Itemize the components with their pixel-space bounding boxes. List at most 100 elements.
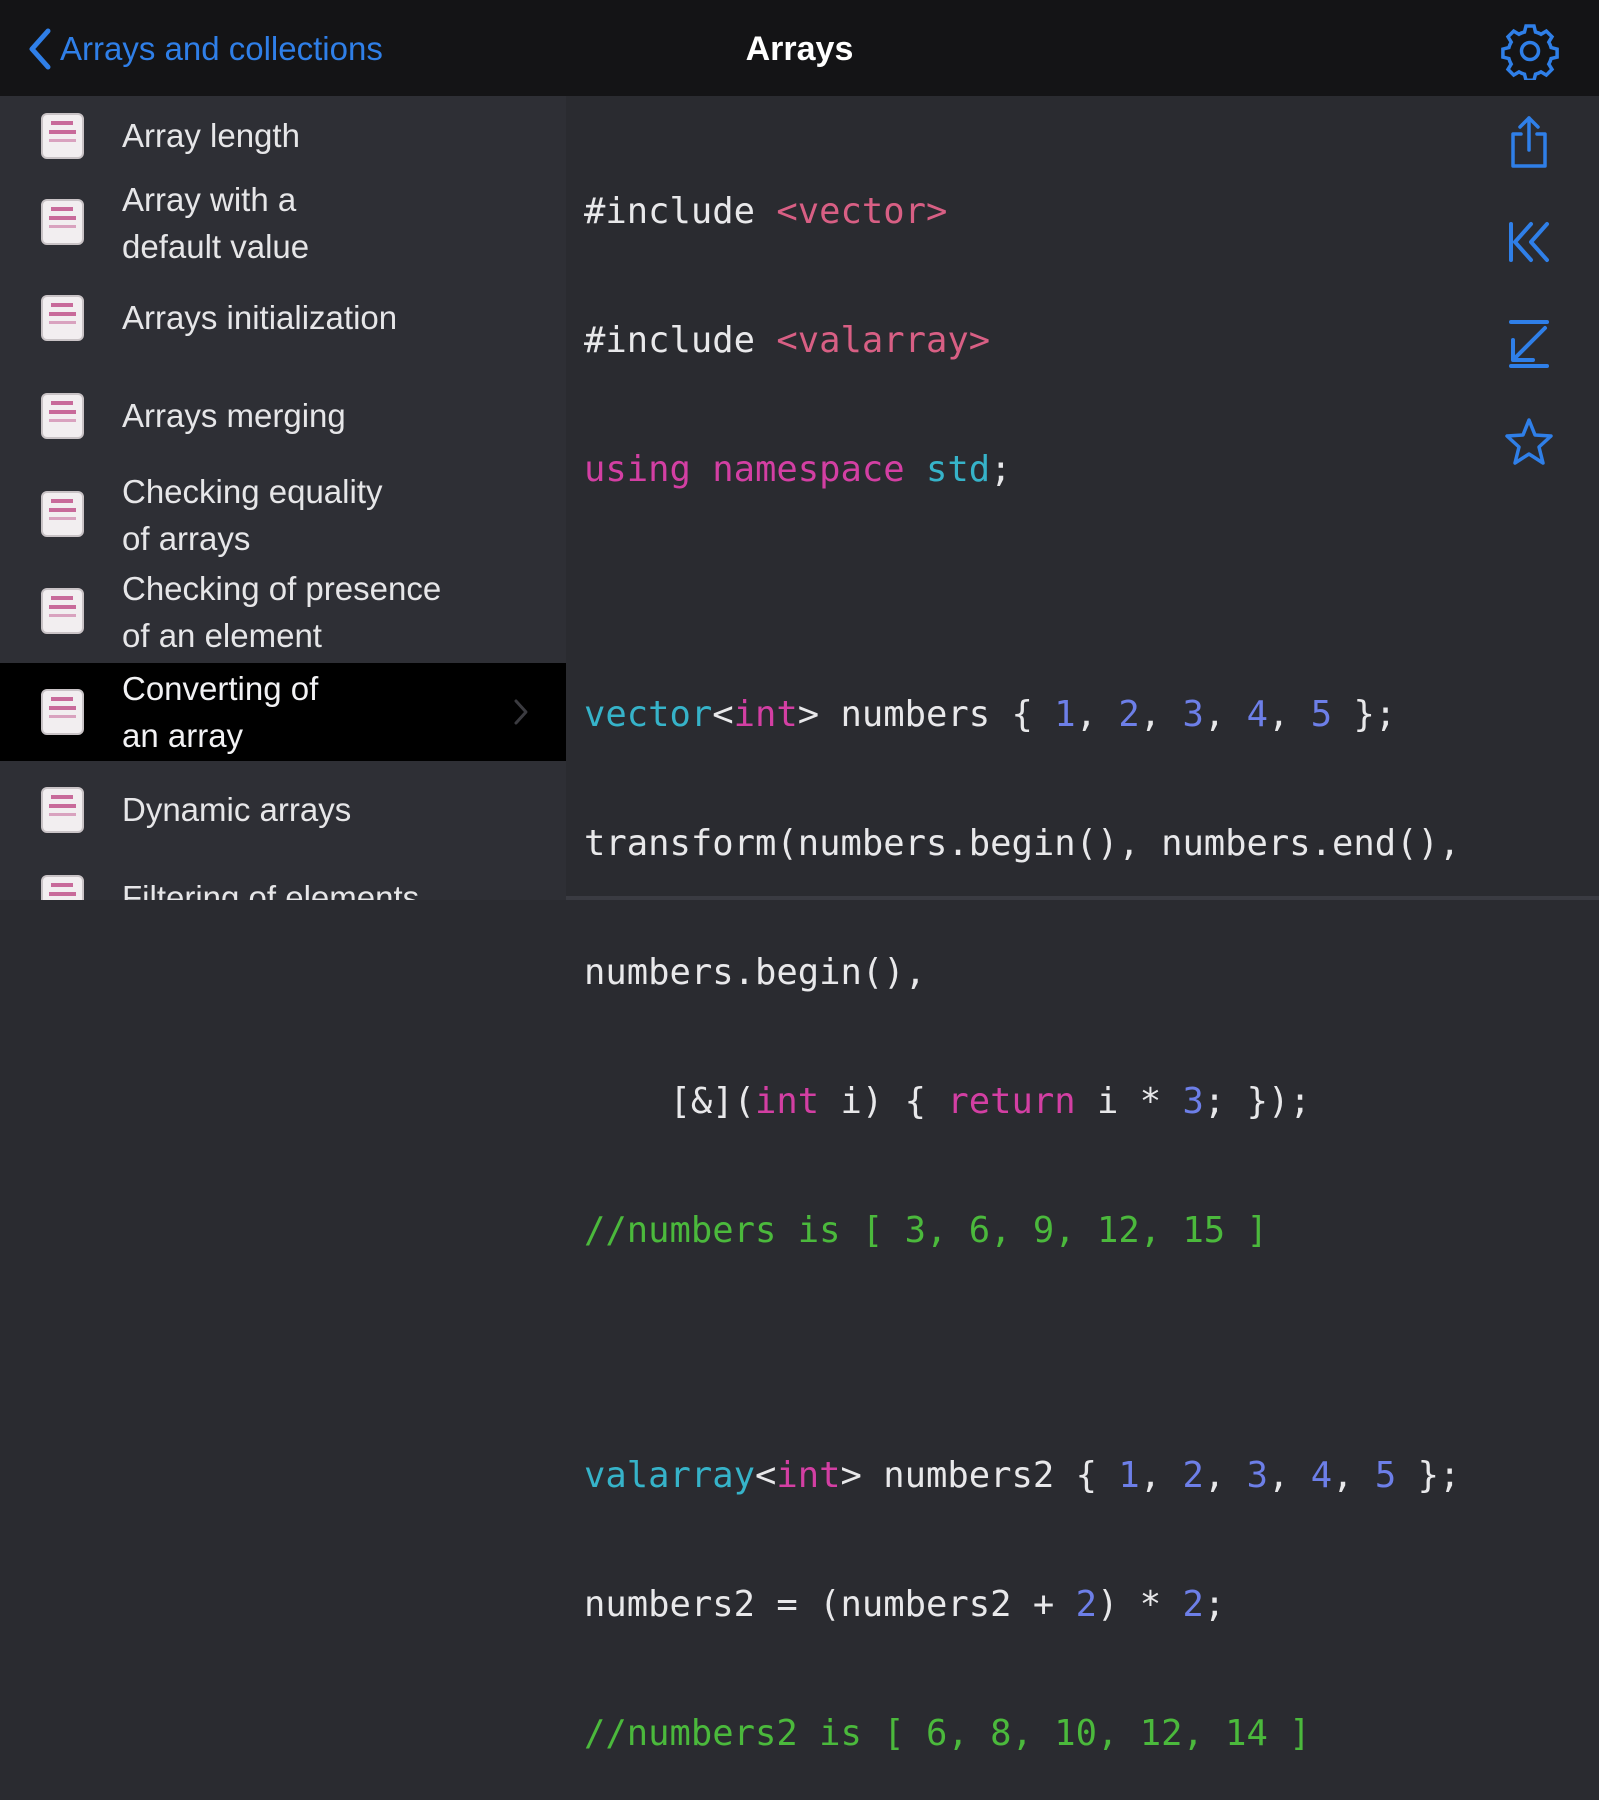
list-item-dynamic-arrays[interactable]: Dynamic arrays (0, 778, 566, 842)
favorite-button[interactable] (1499, 412, 1559, 472)
code-spacer (584, 1338, 1460, 1368)
page-title: Arrays (745, 30, 854, 68)
document-icon (41, 689, 84, 735)
list-item-filtering-elements[interactable]: Filtering of elements (0, 866, 566, 900)
list-item-checking-presence[interactable]: Checking of presence of an element (0, 563, 566, 659)
code-token: 3 (1182, 1081, 1204, 1122)
code-token: <valarray> (776, 320, 991, 361)
list-item-label: Dynamic arrays (122, 791, 352, 828)
code-token: <vector> (776, 191, 948, 232)
document-icon (41, 113, 84, 159)
code-token: 2 (1182, 1455, 1204, 1496)
topic-list: Array length Array with a default value … (0, 96, 566, 900)
list-item-label: Arrays initialization (122, 299, 398, 336)
code-token: , (1139, 1455, 1183, 1496)
code-token: ; (1203, 1584, 1226, 1625)
code-token: , (1139, 694, 1183, 735)
jump-to-last-icon (1509, 320, 1549, 368)
code-token: , (1332, 1455, 1375, 1496)
code-token: [&]( (584, 1081, 755, 1122)
document-icon (41, 875, 84, 900)
code-token: 5 (1310, 694, 1333, 735)
code-line: [&](int i) { return i * 3; }); (584, 1080, 1460, 1123)
list-item-converting-array[interactable]: Converting of an array (0, 663, 566, 761)
code-viewer: #include <vector> #include <valarray> us… (566, 96, 1499, 1754)
code-token: i) { (819, 1081, 948, 1122)
code-token: int (776, 1455, 841, 1496)
share-icon (1511, 116, 1547, 168)
code-line: numbers.begin(), (584, 952, 926, 993)
code-token: > numbers { (797, 694, 1055, 735)
code-token: numbers2 = (numbers2 + (584, 1584, 1076, 1625)
code-token: i * (1075, 1081, 1183, 1122)
settings-button[interactable] (1501, 22, 1559, 82)
code-token: ; (990, 449, 1012, 490)
list-item-arrays-initialization[interactable]: Arrays initialization (0, 286, 566, 350)
code-token: int (733, 694, 798, 735)
code-line: transform(numbers.begin(), numbers.end()… (584, 823, 1461, 864)
code-line: vector<int> numbers { 1, 2, 3, 4, 5 }; (584, 693, 1460, 736)
code-token: 3 (1182, 694, 1204, 735)
code-comment: //numbers is [ 3, 6, 9, 12, 15 ] (584, 1210, 1268, 1251)
document-icon (41, 787, 84, 833)
list-item-array-length[interactable]: Array length (0, 104, 566, 168)
code-token: < (712, 694, 734, 735)
code-token: }; (1332, 694, 1397, 735)
code-token: 2 (1075, 1584, 1097, 1625)
list-item-array-default-value[interactable]: Array with a default value (0, 174, 566, 270)
chevron-right-icon (514, 699, 528, 725)
code-token: 2 (1118, 694, 1140, 735)
code-block: #include <vector> #include <valarray> us… (584, 104, 1460, 1800)
list-item-arrays-merging[interactable]: Arrays merging (0, 384, 566, 448)
list-item-label: Arrays merging (122, 397, 346, 434)
code-token: > numbers2 { (840, 1455, 1119, 1496)
code-token: , (1075, 694, 1119, 735)
code-token: valarray (584, 1455, 755, 1496)
navigation-bar: Arrays and collections Arrays (0, 0, 1599, 96)
code-line: #include <vector> (584, 190, 1460, 233)
code-token: ) * (1096, 1584, 1183, 1625)
code-token: 1 (1118, 1455, 1140, 1496)
jump-last-button[interactable] (1499, 312, 1559, 372)
code-token: }; (1396, 1455, 1461, 1496)
star-icon (1505, 418, 1553, 465)
code-token: 1 (1054, 694, 1076, 735)
list-item-label: Array length (122, 117, 300, 154)
code-token: std (925, 449, 991, 490)
code-token: 3 (1246, 1455, 1268, 1496)
code-token: , (1203, 694, 1247, 735)
code-token: 4 (1246, 694, 1268, 735)
code-token: , (1267, 694, 1311, 735)
document-icon (41, 295, 84, 341)
document-icon (41, 199, 84, 245)
code-token: #include (584, 320, 777, 361)
code-token: ; }); (1203, 1081, 1311, 1122)
document-icon (41, 491, 84, 537)
share-button[interactable] (1499, 112, 1559, 172)
list-item-checking-equality[interactable]: Checking equality of arrays (0, 466, 566, 562)
code-token: 2 (1182, 1584, 1204, 1625)
list-item-label: Converting of an array (122, 670, 319, 754)
bottom-divider (566, 896, 1599, 900)
code-token: < (754, 1455, 777, 1496)
code-token: 4 (1310, 1455, 1333, 1496)
list-item-label: Checking equality of arrays (122, 473, 383, 557)
code-token: vector (584, 694, 713, 735)
code-line: numbers2 = (numbers2 + 2) * 2; (584, 1583, 1460, 1626)
code-line: using namespace std; (584, 448, 1460, 491)
code-token: int (754, 1081, 820, 1122)
code-token: return (947, 1081, 1076, 1122)
code-token: #include (584, 191, 777, 232)
jump-to-first-icon (1509, 222, 1549, 262)
code-line: valarray<int> numbers2 { 1, 2, 3, 4, 5 }… (584, 1454, 1460, 1497)
code-spacer (584, 577, 1460, 607)
code-token: 5 (1374, 1455, 1397, 1496)
code-token: , (1203, 1455, 1247, 1496)
document-icon (41, 588, 84, 634)
code-token: using namespace (584, 449, 926, 490)
list-item-label: Checking of presence of an element (122, 570, 442, 654)
gear-icon (1501, 24, 1559, 82)
jump-first-button[interactable] (1499, 212, 1559, 272)
document-icon (41, 393, 84, 439)
code-line: #include <valarray> (584, 319, 1460, 362)
